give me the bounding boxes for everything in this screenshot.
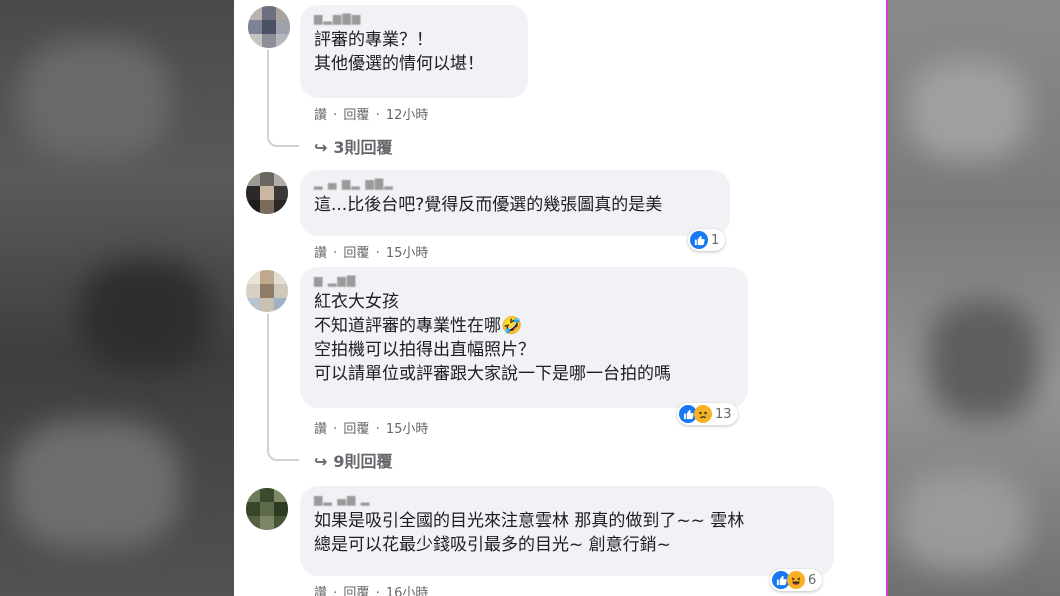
commenter-name[interactable]: ▆▂▆▇▆ [314,13,514,25]
avatar[interactable] [246,270,288,312]
comment-text: 紅衣大女孩 [314,292,399,312]
like-link[interactable]: 讚 [314,422,327,437]
commenter-name[interactable]: ▆ ▂▆▇ [314,275,734,287]
timestamp[interactable]: 12小時 [386,108,429,123]
avatar[interactable] [246,172,288,214]
view-replies-link[interactable]: ↪ 9則回覆 [314,448,393,472]
timestamp[interactable]: 16小時 [386,586,429,596]
timestamp[interactable]: 15小時 [386,246,429,261]
reaction-count: 13 [715,406,732,422]
comment-actions: 讚 · 回覆 · 12小時 [314,108,429,123]
reply-link[interactable]: 回覆 [343,108,369,123]
avatar[interactable] [246,488,288,530]
comment-actions: 讚 · 回覆 · 16小時 [314,582,430,596]
thread-line [267,314,299,461]
reaction-summary[interactable]: 1 [688,229,726,251]
like-icon [690,231,708,249]
comment-bubble: ▂ ▄ ▆▂ ▆▇▂ 這...比後台吧?覺得反而優選的幾張圖真的是美 [300,170,730,236]
comment-actions: 讚 · 回覆 · 15小時 [314,246,429,261]
view-replies-link[interactable]: ↪ 3則回覆 [314,134,393,158]
reply-link[interactable]: 回覆 [343,422,369,437]
reaction-summary[interactable]: 13 [677,403,738,425]
timestamp[interactable]: 15小時 [386,422,429,437]
like-link[interactable]: 讚 [314,246,327,261]
thread-line [267,50,299,147]
comment-feed: ▆▂▆▇▆ 評審的專業？！ 其他優選的情何以堪！ 讚 · 回覆 · 12小時 ↪… [234,0,888,596]
haha-icon [787,571,805,589]
comment-text: 不知道評審的專業性在哪🤣 [314,316,523,336]
commenter-name[interactable]: ▂ ▄ ▆▂ ▆▇▂ [314,178,716,190]
comment-actions: 讚 · 回覆 · 15小時 [314,422,429,437]
reply-arrow-icon: ↪ [314,138,328,157]
comment-text: 可以請單位或評審跟大家說一下是哪一台拍的嗎 [314,364,671,384]
comment-bubble: ▆ ▂▆▇ 紅衣大女孩 不知道評審的專業性在哪🤣 空拍機可以拍得出直幅照片？ 可… [300,267,748,408]
reaction-summary[interactable]: 6 [770,569,823,591]
reaction-count: 6 [808,572,817,588]
commenter-name[interactable]: ▆▂ ▄▆ ▂ [314,494,820,506]
comment-text: 其他優選的情何以堪！ [314,54,484,74]
like-link[interactable]: 讚 [314,586,327,596]
comment-bubble: ▆▂ ▄▆ ▂ 如果是吸引全國的目光來注意雲林 那真的做到了~~ 雲林 總是可以… [300,486,834,576]
avatar[interactable] [248,6,290,48]
comment-text: 總是可以花最少錢吸引最多的目光~ 創意行銷~ [314,535,671,555]
comment-bubble: ▆▂▆▇▆ 評審的專業？！ 其他優選的情何以堪！ [300,5,528,98]
like-link[interactable]: 讚 [314,108,327,123]
reply-link[interactable]: 回覆 [343,246,369,261]
blurred-background-right [888,0,1060,596]
sad-icon [694,405,712,423]
comment-text: 空拍機可以拍得出直幅照片？ [314,340,535,360]
reply-arrow-icon: ↪ [314,452,328,471]
comment-text: 如果是吸引全國的目光來注意雲林 那真的做到了~~ 雲林 [314,511,745,531]
blurred-background-left [0,0,234,596]
comment-text: 這...比後台吧?覺得反而優選的幾張圖真的是美 [314,195,663,215]
reply-link[interactable]: 回覆 [343,586,369,596]
comment-text: 評審的專業？！ [314,30,433,50]
reaction-count: 1 [711,232,720,248]
